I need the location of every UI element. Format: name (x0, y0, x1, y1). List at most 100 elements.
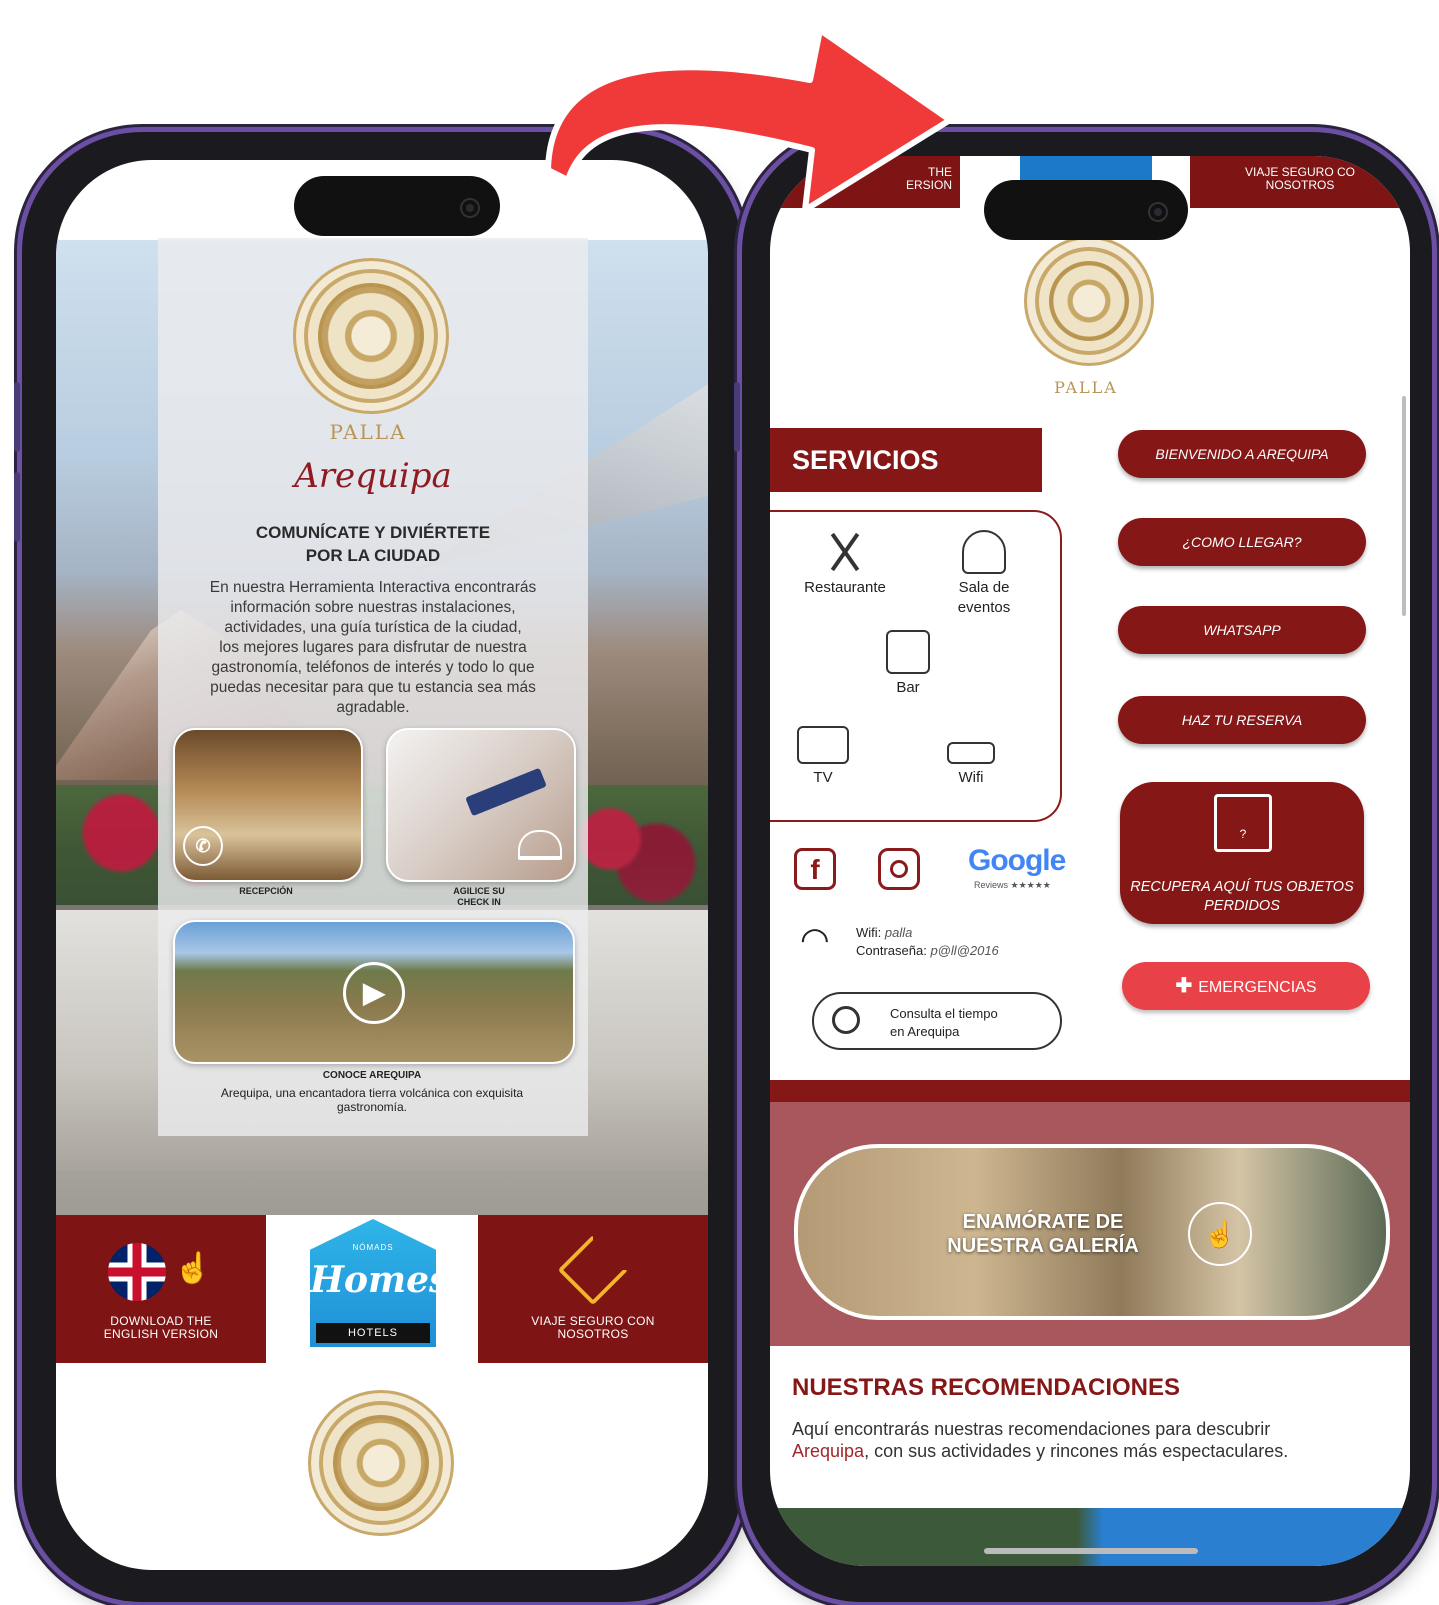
reception-caption: RECEPCIÓN (239, 886, 293, 896)
facebook-icon[interactable]: f (794, 848, 836, 890)
wifi-label: Wifi (958, 769, 984, 786)
bar-label: Bar (896, 679, 920, 696)
logo-word: PALLA (1054, 378, 1118, 397)
servicios-heading: SERVICIOS (770, 428, 1042, 492)
viaje-seguro-label: VIAJE SEGURO CON NOSOTROS (478, 1315, 708, 1341)
conoce-arequipa-video-tile[interactable]: ▶ (173, 920, 575, 1064)
body-line: actividades, una guía turística de la ci… (224, 619, 522, 636)
homes-small-text: NÓMADS (352, 1243, 394, 1252)
checkin-caption-line2: CHECK IN (457, 897, 501, 907)
english-version-button[interactable]: ☝ DOWNLOAD THE ENGLISH VERSION (56, 1215, 266, 1363)
gallery-line2: NUESTRA GALERÍA (947, 1235, 1139, 1257)
heart-shield-icon (557, 1234, 629, 1306)
left-dynamic-island (294, 176, 500, 236)
tv-label: TV (813, 769, 833, 786)
wifi-icon: ◠ (800, 921, 830, 959)
sala-label-line1: Sala de (958, 579, 1010, 596)
scrollbar[interactable] (1402, 396, 1406, 616)
whatsapp-button[interactable]: WHATSAPP (1118, 606, 1366, 654)
play-icon[interactable]: ▶ (343, 962, 405, 1024)
video-title: CONOCE AREQUIPA (322, 1070, 422, 1081)
english-version-label: DOWNLOAD THE ENGLISH VERSION (56, 1315, 266, 1341)
reserva-button[interactable]: HAZ TU RESERVA (1118, 696, 1366, 744)
video-description: Arequipa, una encantadora tierra volcáni… (173, 1086, 571, 1114)
lost-items-button[interactable]: ? RECUPERA AQUÍ TUS OBJETOS PERDIDOS (1120, 782, 1364, 924)
gallery-line1: ENAMÓRATE DE (962, 1211, 1124, 1233)
body-line: En nuestra Herramienta Interactiva encon… (209, 579, 537, 596)
gallery-label: ENAMÓRATE DE NUESTRA GALERÍA (928, 1210, 1158, 1258)
service-restaurante[interactable]: Restaurante (790, 530, 900, 598)
emergencias-button[interactable]: ✚ EMERGENCIAS (1122, 962, 1370, 1010)
homes-word: Homes (310, 1259, 450, 1301)
body-line: información sobre nuestras instalaciones… (230, 599, 516, 616)
footer-palla-logo-icon (308, 1390, 454, 1536)
camera-icon (462, 200, 478, 216)
password-value: p@ll@2016 (930, 943, 999, 958)
instagram-icon[interactable] (878, 848, 920, 890)
bar-counter-icon (886, 630, 930, 674)
homes-hotels-logo[interactable]: NÓMADS Homes HOTELS (266, 1215, 478, 1363)
english-line2: ENGLISH VERSION (103, 1327, 219, 1341)
wifi-credentials: Wifi: palla Contraseña: p@ll@2016 (856, 924, 999, 960)
right-phone-screen: THE ERSION VIAJE SEGURO CO NOSOTROS PALL… (770, 156, 1410, 1566)
google-reviews-stars: Reviews ★★★★★ (974, 880, 1051, 890)
router-icon (947, 742, 995, 764)
como-llegar-button[interactable]: ¿COMO LLEGAR? (1118, 518, 1366, 566)
meeting-room-icon (962, 530, 1006, 574)
service-bar[interactable]: Bar (858, 630, 958, 698)
google-word: Google (968, 844, 1066, 877)
logo-word: PALLA (329, 420, 407, 444)
service-tv[interactable]: TV (778, 726, 868, 788)
services-panel: Restaurante Sala de eventos Bar TV Wifi (770, 510, 1062, 822)
lost-line2: PERDIDOS (1204, 898, 1280, 914)
bienvenido-button[interactable]: BIENVENIDO A AREQUIPA (1118, 430, 1366, 478)
weather-label: Consulta el tiempo en Arequipa (890, 1005, 998, 1041)
body-line: puedas necesitar para que tu estancia se… (210, 679, 536, 696)
video-desc-line1: Arequipa, una encantadora tierra volcáni… (220, 1086, 524, 1100)
checkin-tile[interactable] (386, 728, 576, 882)
weather-line2: en Arequipa (890, 1024, 960, 1039)
body-line: gastronomía, teléfonos de interés y todo… (211, 659, 535, 676)
weather-button[interactable]: Consulta el tiempo en Arequipa (812, 992, 1062, 1050)
sala-label-line2: eventos (957, 599, 1011, 616)
lost-items-label: RECUPERA AQUÍ TUS OBJETOS PERDIDOS (1120, 878, 1364, 916)
viaje-line2: NOSOTROS (557, 1327, 629, 1341)
google-reviews-link[interactable]: Google (968, 844, 1066, 878)
lost-line1: RECUPERA AQUÍ TUS OBJETOS (1130, 879, 1354, 895)
hotels-label: HOTELS (316, 1323, 430, 1343)
bell-icon (518, 830, 562, 860)
fork-knife-icon (823, 530, 867, 574)
left-phone-screen: PALLA Arequipa COMUNÍCATE Y DIVIÉRTETE P… (56, 160, 708, 1570)
tap-hand-icon: ☝ (174, 1252, 212, 1285)
service-wifi[interactable]: Wifi (926, 726, 1016, 788)
intro-card: PALLA Arequipa COMUNÍCATE Y DIVIÉRTETE P… (158, 238, 588, 1136)
home-indicator[interactable] (984, 1548, 1198, 1554)
right-phone-frame: THE ERSION VIAJE SEGURO CO NOSOTROS PALL… (734, 132, 1432, 1602)
checkin-caption: AGILICE SU CHECK IN (386, 886, 572, 908)
palla-logo-icon (1024, 236, 1154, 366)
plus-icon: ✚ (1175, 975, 1193, 997)
hero-heading-line1: COMUNÍCATE Y DIVIÉRTETE (255, 523, 491, 542)
volume-button (734, 382, 740, 452)
gallery-banner[interactable]: ENAMÓRATE DE NUESTRA GALERÍA ☝ (794, 1144, 1390, 1320)
wifi-name-label: Wifi: (856, 925, 882, 940)
wifi-name-value: palla (884, 925, 913, 940)
viaje-banner-line2: NOSOTROS (1265, 178, 1335, 192)
service-sala-eventos[interactable]: Sala de eventos (934, 530, 1034, 618)
reception-tile[interactable]: ✆ (173, 728, 363, 882)
viaje-seguro-banner[interactable]: VIAJE SEGURO CO NOSOTROS (1190, 156, 1410, 208)
script-title: Arequipa (294, 456, 452, 496)
palla-logo-icon (293, 258, 449, 414)
checkin-caption-line1: AGILICE SU (453, 886, 505, 896)
emergencias-label: EMERGENCIAS (1198, 979, 1317, 996)
volume-button (14, 382, 20, 452)
volume-button (14, 472, 20, 542)
arequipa-link[interactable]: Arequipa (792, 1441, 864, 1461)
recommendations-title: NUESTRAS RECOMENDACIONES (792, 1374, 1181, 1401)
weather-line1: Consulta el tiempo (890, 1006, 998, 1021)
body-line: agradable. (336, 699, 410, 716)
recommendations-image-strip (770, 1508, 1410, 1566)
viaje-seguro-button[interactable]: VIAJE SEGURO CON NOSOTROS (478, 1215, 708, 1363)
reco-line1: Aquí encontrarás nuestras recomendacione… (792, 1419, 1271, 1439)
gallery-section: ENAMÓRATE DE NUESTRA GALERÍA ☝ (770, 1080, 1410, 1346)
